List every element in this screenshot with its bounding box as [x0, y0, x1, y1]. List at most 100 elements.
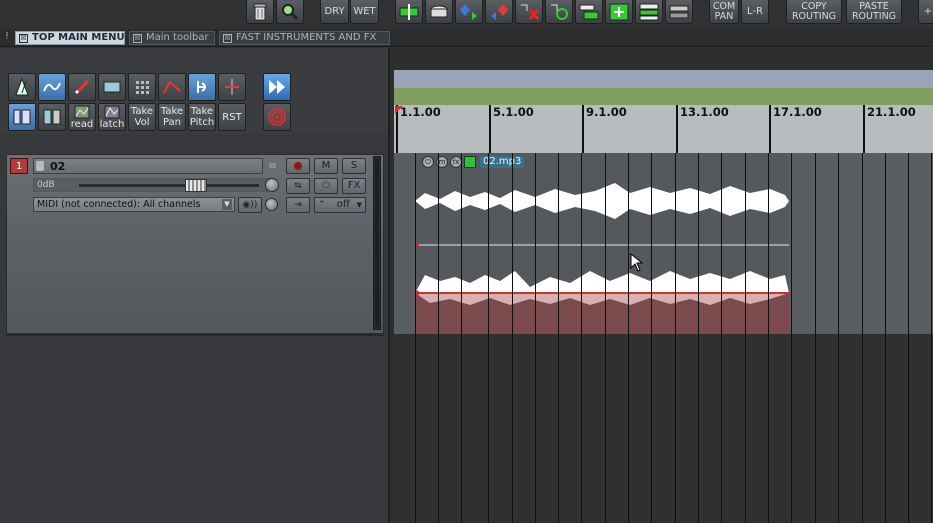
- routing-icon: ⇆: [294, 181, 302, 191]
- monitor-button[interactable]: ◉)): [238, 197, 262, 213]
- record-arm-all-button[interactable]: [263, 103, 291, 131]
- split-button[interactable]: [395, 0, 423, 24]
- timeline-ruler[interactable]: 1.1.00 5.1.00 9.1.00 13.1.00 17.1.00 21.…: [394, 105, 933, 153]
- take-pan-line2: Pan: [162, 117, 182, 128]
- mixer-icon: [13, 109, 31, 125]
- automation-read-button[interactable]: read: [68, 103, 96, 131]
- track-control-panel: read latch Take Vol Take Pan Take Pitch …: [0, 48, 388, 523]
- close-icon[interactable]: ☒: [133, 34, 142, 43]
- grid-line: [698, 153, 699, 523]
- take-pitch-button[interactable]: Take Pitch: [188, 103, 216, 131]
- tab-top-main-menu[interactable]: ☒ TOP MAIN MENU: [15, 31, 125, 45]
- midi-input-select[interactable]: MIDI (not connected): All channels ▼: [33, 197, 235, 212]
- empty-lane-area[interactable]: [394, 334, 933, 523]
- tab-fast-instruments-and-fx[interactable]: ☒ FAST INSTRUMENTS AND FX: [219, 31, 390, 45]
- ripple-edit-button[interactable]: [38, 73, 66, 101]
- com-pan-button[interactable]: COM PAN: [709, 0, 739, 24]
- metronome-button[interactable]: [8, 73, 36, 101]
- insert-track-button[interactable]: [605, 0, 633, 24]
- item-lock-icon[interactable]: ⏻: [422, 155, 434, 168]
- arrange-top-gap: [394, 48, 933, 70]
- input-fx-button[interactable]: ⇥: [286, 197, 310, 213]
- wet-button[interactable]: WET: [350, 0, 379, 24]
- dry-button[interactable]: DRY: [320, 0, 349, 24]
- grid-line: [415, 153, 416, 523]
- fast-forward-icon: [269, 80, 285, 94]
- fx-bypass-button[interactable]: ⏻: [314, 178, 338, 194]
- diamond-marker-red-icon: [491, 3, 508, 20]
- grid-line: [461, 153, 462, 523]
- scissors-icon: [399, 3, 419, 20]
- crossfade-button[interactable]: [218, 73, 246, 101]
- snap-button[interactable]: [98, 73, 126, 101]
- grid-line: [488, 153, 489, 523]
- loop-button[interactable]: [545, 0, 573, 24]
- mute-button[interactable]: M: [314, 158, 338, 174]
- close-icon[interactable]: ☒: [223, 34, 232, 43]
- item-envelope-icon[interactable]: [464, 155, 476, 168]
- pencil-button[interactable]: [68, 73, 96, 101]
- grid-line: [651, 153, 652, 523]
- volume-value: 0dB: [37, 180, 55, 190]
- tcp-scrollbar[interactable]: [373, 156, 381, 330]
- io-routing-button[interactable]: ⇆: [286, 178, 310, 194]
- lr-button[interactable]: L-R: [741, 0, 769, 24]
- volume-slider-thumb[interactable]: [185, 179, 207, 192]
- view-mixer-button[interactable]: [8, 103, 36, 131]
- paste-routing-button[interactable]: PASTE ROUTING: [846, 0, 902, 24]
- automation-latch-button[interactable]: latch: [98, 103, 126, 131]
- toolbar-tabs: ! ☒ TOP MAIN MENU ☒ Main toolbar ☒ FAST INS…: [0, 29, 933, 47]
- solo-label: S: [350, 160, 358, 171]
- marker-lane[interactable]: [394, 88, 933, 105]
- close-icon[interactable]: ☒: [19, 34, 28, 43]
- tcp-scrollbar-thumb[interactable]: [375, 159, 379, 327]
- grid-line: [908, 153, 909, 523]
- power-icon: ⏻: [322, 180, 330, 191]
- grid-line: [581, 153, 582, 523]
- reaper-window: DRY WET COM PAN L-R COPY ROUTING PASTE R…: [0, 0, 933, 523]
- trash-button[interactable]: [246, 0, 274, 24]
- wet-label: WET: [353, 5, 376, 17]
- pan-knob[interactable]: [265, 178, 279, 192]
- folder-state-icon[interactable]: [269, 163, 276, 168]
- solo-button[interactable]: S: [342, 158, 366, 174]
- grid-line: [768, 153, 769, 523]
- tab-main-toolbar[interactable]: ☒ Main toolbar: [129, 31, 215, 45]
- marker-right-button[interactable]: [485, 0, 513, 24]
- automation-mode-button[interactable]: ⌃ off ▼: [314, 197, 366, 213]
- lock-button[interactable]: [188, 73, 216, 101]
- width-knob[interactable]: [265, 198, 278, 211]
- delete-marker-button[interactable]: [515, 0, 543, 24]
- mouse-cursor-icon: [630, 253, 644, 272]
- track-list-icon: [639, 3, 659, 20]
- track-name-field[interactable]: 02: [33, 158, 263, 174]
- copy-routing-button[interactable]: COPY ROUTING: [786, 0, 842, 24]
- metronome-icon: [15, 77, 29, 96]
- take-pan-button[interactable]: Take Pan: [158, 103, 186, 131]
- bar-label: 9.1.00: [582, 105, 627, 153]
- track-1-panel[interactable]: 1 02 M S 0dB ⇆ ⏻ FX MIDI (not connected)…: [6, 154, 384, 334]
- drum-button[interactable]: [425, 0, 453, 24]
- rst-button[interactable]: RST: [218, 103, 246, 131]
- drum-icon: [430, 5, 448, 17]
- insert-track-icon: [609, 3, 629, 20]
- take-vol-button[interactable]: Take Vol: [128, 103, 156, 131]
- fx-button[interactable]: FX: [342, 178, 366, 194]
- crossfade-icon: [225, 79, 239, 95]
- zoom-button[interactable]: [276, 0, 304, 24]
- track-list-button[interactable]: [635, 0, 663, 24]
- track-layout-button[interactable]: [575, 0, 603, 24]
- grid-button[interactable]: [128, 73, 156, 101]
- view-tracks-button[interactable]: [38, 103, 66, 131]
- record-arm-button[interactable]: [286, 158, 310, 174]
- grid-line: [558, 153, 559, 523]
- more-button[interactable]: +: [918, 0, 933, 24]
- arrange-view[interactable]: 1.1.00 5.1.00 9.1.00 13.1.00 17.1.00 21.…: [388, 48, 933, 523]
- loop-icon: [551, 4, 568, 20]
- envelope-button[interactable]: [158, 73, 186, 101]
- play-forward-button[interactable]: [263, 73, 291, 101]
- region-lane[interactable]: [394, 70, 933, 88]
- tab-handle[interactable]: !: [5, 31, 9, 42]
- folder-button[interactable]: [665, 0, 693, 24]
- marker-left-button[interactable]: [455, 0, 483, 24]
